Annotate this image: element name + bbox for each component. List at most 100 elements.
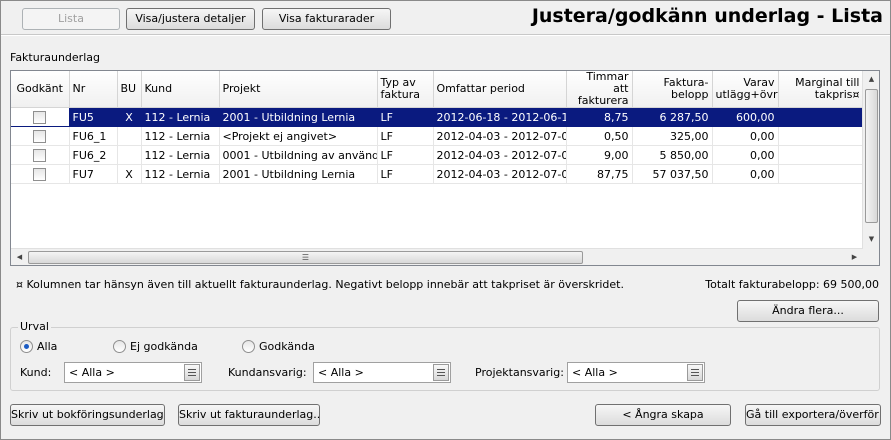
- typ-cell: LF: [377, 126, 434, 146]
- projektansvarig-field[interactable]: < Alla >: [567, 362, 705, 383]
- radio-selected-icon: [20, 340, 33, 353]
- godkant-checkbox[interactable]: [33, 167, 47, 181]
- marginal-cell: [778, 126, 864, 146]
- marginal-cell: [778, 107, 864, 127]
- period-cell: 2012-04-03 - 2012-07-04: [433, 164, 567, 184]
- period-cell: 2012-04-03 - 2012-07-04: [433, 145, 567, 165]
- list-icon[interactable]: [687, 364, 703, 381]
- col-typ[interactable]: Typ av faktura: [377, 71, 434, 108]
- radio-alla[interactable]: Alla: [20, 340, 57, 353]
- total-amount: Totalt fakturabelopp: 69 500,00: [705, 278, 879, 291]
- angra-skapa-button[interactable]: < Ångra skapa: [595, 404, 731, 426]
- period-cell: 2012-06-18 - 2012-06-18: [433, 107, 567, 127]
- list-icon[interactable]: [433, 364, 449, 381]
- kundansvarig-field[interactable]: < Alla >: [313, 362, 451, 383]
- skriv-ut-bokforingsunderlag-button[interactable]: Skriv ut bokföringsunderlag...: [10, 404, 165, 426]
- fakturaunderlag-grid: Godkänt Nr BU Kund Projekt Typ av faktura…: [10, 70, 880, 266]
- vertical-scrollbar[interactable]: ▲ ▼: [862, 71, 879, 265]
- list-icon[interactable]: [184, 364, 200, 381]
- scroll-down-icon[interactable]: ▼: [863, 231, 879, 248]
- andra-flera-button[interactable]: Ändra flera...: [737, 300, 879, 322]
- nr-cell: FU6_1: [69, 126, 118, 146]
- horizontal-scroll-thumb[interactable]: ☰: [28, 251, 583, 264]
- marginal-cell: [778, 145, 864, 165]
- godkant-checkbox[interactable]: [33, 129, 47, 143]
- kund-cell: 112 - Lernia: [141, 164, 220, 184]
- col-kund[interactable]: Kund: [141, 71, 220, 108]
- varav-cell: 0,00: [712, 126, 779, 146]
- godkant-cell[interactable]: [11, 126, 70, 146]
- kund-field[interactable]: < Alla >: [64, 362, 202, 383]
- radio-ej-godkanda[interactable]: Ej godkända: [113, 340, 198, 353]
- table-row[interactable]: FU7 X 112 - Lernia 2001 - Utbildning Ler…: [11, 164, 864, 184]
- belopp-cell: 5 850,00: [632, 145, 713, 165]
- timmar-cell: 8,75: [566, 107, 633, 127]
- table-row[interactable]: FU6_2 112 - Lernia 0001 - Utbildning av …: [11, 145, 864, 165]
- belopp-cell: 57 037,50: [632, 164, 713, 184]
- projektansvarig-label: Projektansvarig:: [475, 366, 564, 379]
- table-row[interactable]: FU5 X 112 - Lernia 2001 - Utbildning Ler…: [11, 107, 864, 127]
- typ-cell: LF: [377, 164, 434, 184]
- varav-cell: 600,00: [712, 107, 779, 127]
- ga-till-exportera-button[interactable]: Gå till exportera/överför >: [745, 404, 881, 426]
- projekt-cell: 0001 - Utbildning av användare: [219, 145, 378, 165]
- kund-cell: 112 - Lernia: [141, 107, 220, 127]
- radio-unselected-icon: [113, 340, 126, 353]
- col-godkant[interactable]: Godkänt: [11, 71, 70, 108]
- visa-justera-detaljer-button[interactable]: Visa/justera detaljer: [126, 8, 255, 30]
- belopp-cell: 325,00: [632, 126, 713, 146]
- col-nr[interactable]: Nr: [69, 71, 118, 108]
- varav-cell: 0,00: [712, 164, 779, 184]
- projekt-cell: <Projekt ej angivet>: [219, 126, 378, 146]
- col-marginal[interactable]: Marginal till takpris¤: [778, 71, 864, 108]
- godkant-cell[interactable]: [11, 107, 70, 127]
- visa-fakturarader-button[interactable]: Visa fakturarader: [262, 8, 391, 30]
- nr-cell: FU7: [69, 164, 118, 184]
- timmar-cell: 0,50: [566, 126, 633, 146]
- lista-button[interactable]: Lista: [22, 8, 120, 30]
- godkant-checkbox[interactable]: [33, 110, 47, 124]
- bu-cell: X: [117, 107, 142, 127]
- vertical-scroll-thumb[interactable]: [865, 89, 878, 223]
- kund-cell: 112 - Lernia: [141, 145, 220, 165]
- col-timmar[interactable]: Timmar att fakturera: [566, 71, 633, 108]
- toolbar-divider: [0, 34, 891, 36]
- kund-label: Kund:: [20, 366, 52, 379]
- col-belopp[interactable]: Faktura-belopp: [632, 71, 713, 108]
- scroll-left-icon[interactable]: ◀: [11, 249, 28, 265]
- belopp-cell: 6 287,50: [632, 107, 713, 127]
- timmar-cell: 9,00: [566, 145, 633, 165]
- horizontal-scrollbar[interactable]: ◀ ☰ ▶: [11, 248, 863, 265]
- godkant-cell[interactable]: [11, 145, 70, 165]
- grid-label: Fakturaunderlag: [10, 51, 100, 64]
- col-varav[interactable]: Varav utlägg+övr: [712, 71, 779, 108]
- bu-cell: [117, 126, 142, 146]
- table-row[interactable]: FU6_1 112 - Lernia <Projekt ej angivet> …: [11, 126, 864, 146]
- godkant-cell[interactable]: [11, 164, 70, 184]
- godkant-checkbox[interactable]: [33, 148, 47, 162]
- nr-cell: FU6_2: [69, 145, 118, 165]
- footnote-text: ¤ Kolumnen tar hänsyn även till aktuellt…: [16, 278, 624, 291]
- kundansvarig-label: Kundansvarig:: [228, 366, 307, 379]
- typ-cell: LF: [377, 145, 434, 165]
- varav-cell: 0,00: [712, 145, 779, 165]
- period-cell: 2012-04-03 - 2012-07-04: [433, 126, 567, 146]
- fakturaunderlag-table: Godkänt Nr BU Kund Projekt Typ av faktura…: [11, 71, 864, 184]
- col-projekt[interactable]: Projekt: [219, 71, 378, 108]
- marginal-cell: [778, 164, 864, 184]
- scroll-up-icon[interactable]: ▲: [863, 71, 879, 88]
- projekt-cell: 2001 - Utbildning Lernia: [219, 164, 378, 184]
- kund-cell: 112 - Lernia: [141, 126, 220, 146]
- bu-cell: [117, 145, 142, 165]
- scroll-right-icon[interactable]: ▶: [846, 249, 863, 265]
- timmar-cell: 87,75: [566, 164, 633, 184]
- bu-cell: X: [117, 164, 142, 184]
- projekt-cell: 2001 - Utbildning Lernia: [219, 107, 378, 127]
- col-period[interactable]: Omfattar period: [433, 71, 567, 108]
- header-row: Godkänt Nr BU Kund Projekt Typ av faktura…: [11, 71, 864, 108]
- typ-cell: LF: [377, 107, 434, 127]
- page-title: Justera/godkänn underlag - Lista: [531, 5, 883, 27]
- col-bu[interactable]: BU: [117, 71, 142, 108]
- radio-godkanda[interactable]: Godkända: [242, 340, 315, 353]
- skriv-ut-fakturaunderlag-button[interactable]: Skriv ut fakturaunderlag...: [178, 404, 320, 426]
